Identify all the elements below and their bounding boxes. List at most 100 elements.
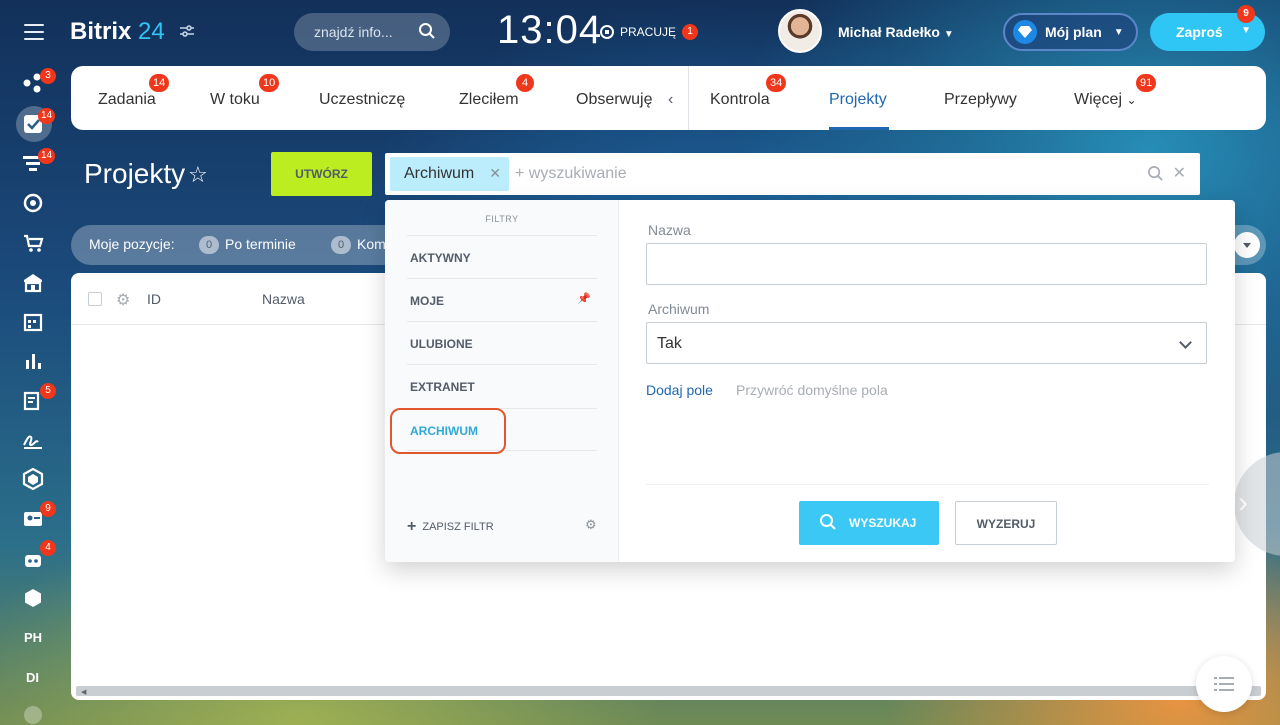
- work-status[interactable]: PRACUJĘ 1: [600, 24, 699, 40]
- logo[interactable]: Bitrix 24: [70, 18, 165, 46]
- add-field-link[interactable]: Dodaj pole: [646, 382, 713, 398]
- signature-icon[interactable]: [22, 429, 44, 451]
- tab-wiecej[interactable]: Więcej ⌄: [1074, 91, 1137, 109]
- tab-badge: 10: [259, 74, 280, 92]
- active-tab-indicator: [829, 127, 889, 130]
- horizontal-scrollbar[interactable]: ◀: [76, 686, 1261, 696]
- work-status-badge: 1: [682, 24, 699, 40]
- tab-zadania[interactable]: Zadania: [98, 91, 156, 109]
- search-icon[interactable]: [1147, 165, 1164, 187]
- scroll-left-icon[interactable]: ◀: [81, 688, 86, 696]
- preset-extranet[interactable]: EXTRANET: [407, 364, 597, 407]
- reset-button-label: WYZERUJ: [976, 517, 1036, 531]
- archive-select[interactable]: Tak: [646, 322, 1207, 364]
- logo-number: 24: [138, 18, 165, 45]
- chevron-right-icon: ›: [1238, 486, 1248, 519]
- global-search-placeholder: znajdź info...: [314, 24, 393, 40]
- invite-button[interactable]: Zaproś ▼ 9: [1150, 5, 1265, 51]
- tasks-tabs: Zadania 14 W toku 10 Uczestniczę Zleciłe…: [71, 66, 1266, 130]
- preset-moje[interactable]: MOJE 📌: [407, 278, 597, 321]
- search-icon[interactable]: [418, 22, 436, 45]
- tab-w-toku[interactable]: W toku: [210, 91, 260, 109]
- reset-button[interactable]: WYZERUJ: [955, 501, 1057, 545]
- tab-kontrola[interactable]: Kontrola: [710, 91, 770, 109]
- menu-icon[interactable]: [24, 24, 44, 40]
- tab-zlecilem[interactable]: Zleciłem: [459, 91, 519, 109]
- rail-item-di[interactable]: DI: [26, 670, 39, 685]
- invite-badge: 9: [1237, 5, 1255, 23]
- restore-default-fields-link[interactable]: Przywróć domyślne pola: [736, 382, 888, 398]
- preset-label: MOJE: [410, 294, 445, 308]
- preset-label: EXTRANET: [410, 380, 475, 394]
- cart-icon[interactable]: [22, 232, 44, 254]
- tab-badge: 91: [1136, 74, 1157, 92]
- filter-popup: FILTRY AKTYWNY MOJE 📌 ULUBIONE EXTRANET A…: [385, 200, 1235, 562]
- tab-przeplywy[interactable]: Przepływy: [944, 91, 1017, 109]
- field-archive-label: Archiwum: [648, 301, 710, 317]
- invite-label: Zaproś: [1176, 24, 1223, 40]
- rail-badge: 9: [40, 501, 56, 517]
- column-id[interactable]: ID: [147, 291, 161, 307]
- close-icon[interactable]: ✕: [489, 165, 501, 182]
- rail-item-ph[interactable]: PH: [24, 630, 42, 645]
- counter-badge: 0: [199, 236, 219, 254]
- create-button[interactable]: UTWÓRZ: [271, 152, 372, 196]
- tab-projekty[interactable]: Projekty: [829, 91, 887, 109]
- calendar-icon[interactable]: [22, 311, 44, 333]
- search-button-label: WYSZUKAJ: [849, 516, 917, 530]
- filter-chip[interactable]: Archiwum ✕: [390, 157, 509, 191]
- close-icon[interactable]: ✕: [1173, 163, 1186, 183]
- filter-presets-title: FILTRY: [485, 214, 519, 224]
- field-name-label: Nazwa: [648, 222, 691, 238]
- diamond-icon: [1013, 20, 1037, 44]
- chevron-left-icon[interactable]: ‹: [668, 91, 673, 109]
- user-menu[interactable]: Michał Radełko ▼: [838, 24, 954, 40]
- avatar[interactable]: [778, 9, 822, 53]
- archive-value: Tak: [657, 335, 682, 352]
- chevron-down-icon[interactable]: ▼: [1241, 25, 1251, 36]
- target-icon[interactable]: [22, 192, 44, 214]
- global-search-input[interactable]: znajdź info...: [294, 13, 450, 51]
- chevron-down-icon[interactable]: [24, 706, 42, 724]
- pin-icon[interactable]: 📌: [577, 292, 591, 305]
- search-button[interactable]: WYSZUKAJ: [799, 501, 939, 545]
- counters-settings-button[interactable]: [1234, 232, 1260, 258]
- chevron-down-icon: ⌄: [1126, 93, 1137, 107]
- select-all-checkbox[interactable]: [88, 292, 102, 306]
- save-filter-button[interactable]: + ZAPISZ FILTR: [407, 518, 494, 536]
- store-icon[interactable]: [22, 272, 44, 294]
- divider: [646, 484, 1209, 485]
- list-menu-button[interactable]: [1196, 656, 1252, 712]
- plan-label: Mój plan: [1045, 24, 1102, 40]
- gear-icon[interactable]: ⚙: [116, 290, 130, 310]
- counter-overdue[interactable]: Po terminie: [225, 236, 296, 252]
- gear-icon[interactable]: ⚙: [585, 517, 597, 533]
- counter-comments[interactable]: Kom: [357, 236, 386, 252]
- annotation-highlight: [390, 408, 506, 454]
- tune-icon[interactable]: [180, 24, 194, 40]
- work-status-label: PRACUJĘ: [620, 25, 677, 39]
- clock[interactable]: 13:04: [497, 8, 602, 53]
- chevron-down-icon: [1179, 336, 1192, 349]
- create-label: UTWÓRZ: [295, 167, 348, 181]
- analytics-icon[interactable]: [22, 350, 44, 372]
- list-icon: [1214, 677, 1234, 691]
- tab-obserwuje[interactable]: Obserwuję: [576, 91, 652, 109]
- shield-icon[interactable]: [22, 467, 44, 491]
- rail-badge: 14: [38, 148, 56, 164]
- tab-badge: 14: [149, 74, 170, 92]
- column-name[interactable]: Nazwa: [262, 291, 305, 307]
- preset-ulubione[interactable]: ULUBIONE: [407, 321, 597, 364]
- counter-badge: 0: [331, 236, 351, 254]
- star-icon[interactable]: ☆: [188, 162, 208, 188]
- preset-aktywny[interactable]: AKTYWNY: [407, 235, 597, 278]
- filter-placeholder[interactable]: + wyszukiwanie: [515, 165, 627, 183]
- name-field[interactable]: [646, 243, 1207, 285]
- tab-uczestnicze[interactable]: Uczestniczę: [319, 91, 405, 109]
- filter-search-bar[interactable]: Archiwum ✕ + wyszukiwanie ✕: [385, 153, 1200, 195]
- rail-badge: 5: [40, 383, 56, 399]
- tab-badge: 34: [766, 74, 787, 92]
- plan-button[interactable]: Mój plan ▼: [1003, 13, 1138, 51]
- cube-icon[interactable]: [22, 587, 44, 609]
- save-filter-label: ZAPISZ FILTR: [422, 521, 494, 533]
